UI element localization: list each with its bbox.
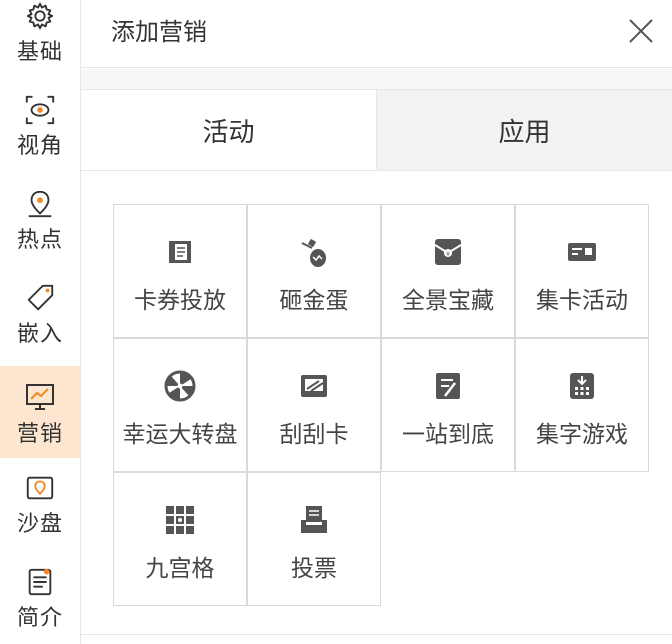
grid-item-label: 卡券投放: [134, 288, 226, 314]
sidebar-item-basic[interactable]: 基础: [0, 0, 80, 66]
grid-item-hammer-egg[interactable]: 砸金蛋: [247, 204, 381, 338]
word-collect-icon: [570, 373, 594, 399]
sidebar-item-embed[interactable]: 嵌入: [0, 268, 80, 348]
lucky-wheel-icon: [164, 370, 196, 402]
grid-item-lucky-wheel[interactable]: 幸运大转盘: [113, 338, 247, 472]
panel-header: 添加营销: [81, 0, 672, 68]
tab-activity[interactable]: 活动: [81, 90, 377, 170]
map-icon: [26, 476, 54, 500]
grid-item-coupon[interactable]: 卡券投放: [113, 204, 247, 338]
sidebar: 基础 视角 热点 嵌入 营销 沙盘 简介: [0, 0, 81, 644]
grid-item-label: 全景宝藏: [402, 288, 494, 314]
sidebar-item-label: 视角: [16, 134, 63, 159]
sidebar-item-label: 嵌入: [16, 322, 63, 347]
tag-icon: [27, 284, 54, 311]
vote-icon: [301, 506, 327, 533]
grid-item-label: 刮刮卡: [279, 422, 349, 448]
grid-item-treasure[interactable]: ¥ 全景宝藏: [381, 204, 515, 338]
grid-item-word-collect[interactable]: 集字游戏: [515, 338, 649, 472]
nine-grid-icon: [166, 506, 194, 534]
quiz-icon: [436, 373, 460, 399]
scratch-card-icon: [301, 375, 327, 397]
tab-application[interactable]: 应用: [377, 90, 672, 170]
svg-text:¥: ¥: [446, 251, 450, 258]
grid-item-card-collect[interactable]: 集卡活动: [515, 204, 649, 338]
sidebar-item-sandbox[interactable]: 沙盘: [0, 458, 80, 538]
marketing-grid: 卡券投放 砸金蛋 ¥ 全景宝藏 集卡活动 幸运大转盘 刮刮卡 一站到底 集字游戏…: [113, 204, 650, 606]
grid-item-nine-grid[interactable]: 九宫格: [113, 472, 247, 606]
grid-item-label: 九宫格: [145, 556, 215, 582]
coupon-icon: [169, 241, 191, 263]
tab-bar: 活动 应用: [81, 89, 672, 171]
sidebar-item-intro[interactable]: 简介: [0, 552, 80, 632]
grid-item-label: 一站到底: [402, 422, 494, 448]
gear-icon: [26, 2, 54, 30]
grid-item-label: 幸运大转盘: [122, 422, 238, 448]
grid-item-label: 集字游戏: [536, 422, 628, 448]
chart-monitor-icon: [26, 384, 54, 410]
map-pin-icon: [28, 190, 52, 218]
add-marketing-panel: 添加营销 活动 应用 卡券投放 砸金蛋 ¥ 全景宝藏 集卡活动 幸运大转盘 刮刮…: [81, 0, 672, 644]
grid-item-label: 集卡活动: [536, 288, 628, 314]
bottom-divider: [81, 634, 672, 635]
sidebar-item-label: 热点: [16, 228, 63, 253]
view-icon: [25, 95, 55, 125]
document-icon: [28, 568, 52, 596]
grid-item-vote[interactable]: 投票: [247, 472, 381, 606]
grid-item-label: 砸金蛋: [279, 288, 349, 314]
sidebar-item-marketing[interactable]: 营销: [0, 366, 80, 458]
sidebar-item-label: 简介: [16, 606, 63, 631]
panel-gap: [81, 69, 672, 89]
hammer-egg-icon: [301, 238, 326, 267]
sidebar-item-label: 营销: [16, 422, 63, 447]
close-icon[interactable]: [626, 16, 656, 46]
sidebar-item-view[interactable]: 视角: [0, 80, 80, 160]
grid-item-quiz[interactable]: 一站到底: [381, 338, 515, 472]
panel-title: 添加营销: [111, 18, 207, 46]
grid-item-label: 投票: [291, 556, 337, 582]
card-collect-icon: [568, 243, 596, 261]
sidebar-item-label: 沙盘: [16, 512, 63, 537]
treasure-bag-icon: ¥: [434, 239, 462, 265]
sidebar-item-label: 基础: [16, 40, 63, 65]
grid-item-scratch-card[interactable]: 刮刮卡: [247, 338, 381, 472]
sidebar-item-hotspot[interactable]: 热点: [0, 174, 80, 254]
